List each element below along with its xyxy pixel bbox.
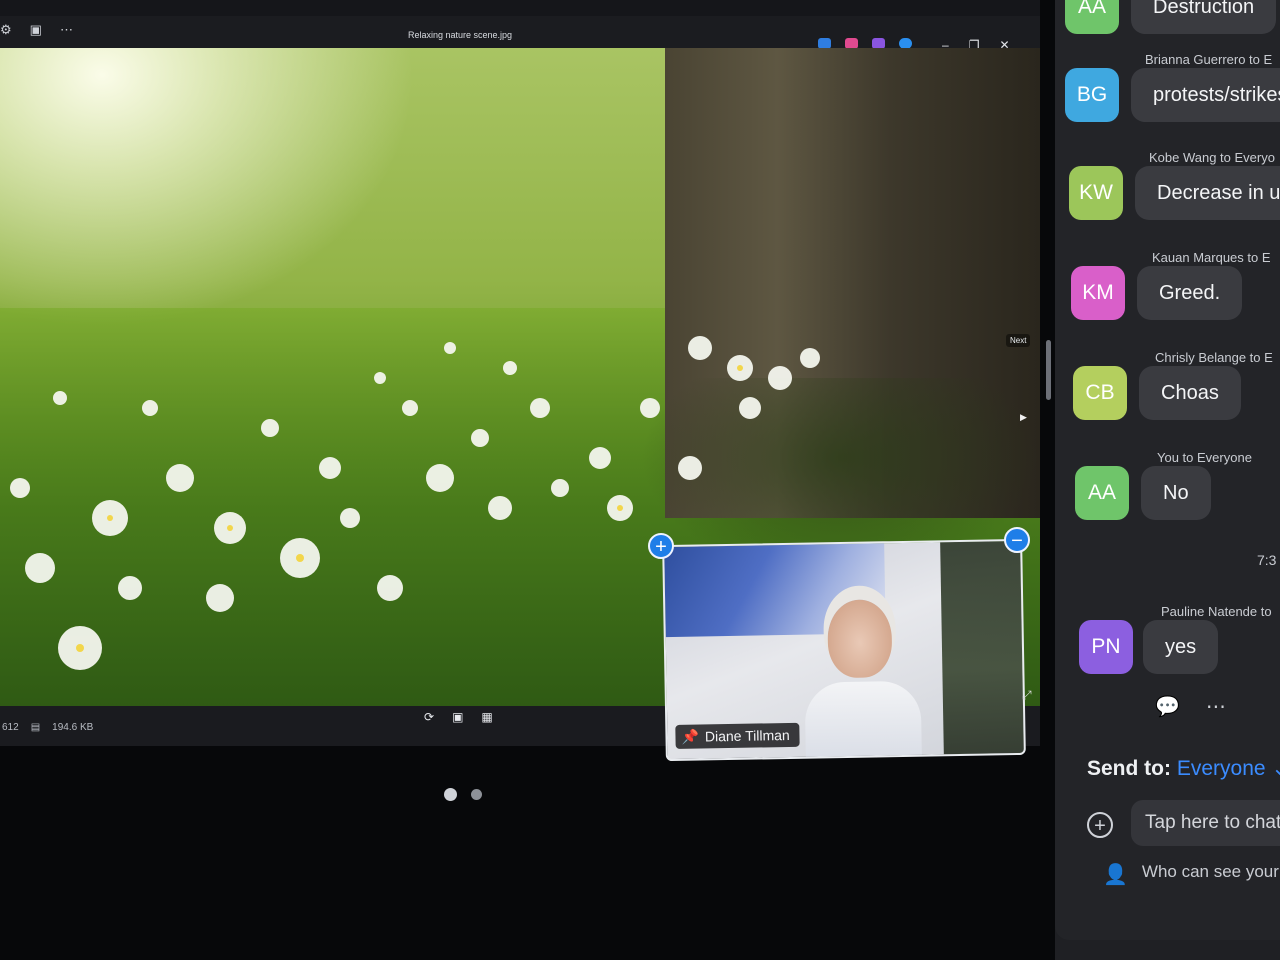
avatar: CB	[1073, 366, 1127, 420]
avatar: AA	[1075, 466, 1129, 520]
message-sender: Kauan Marques to E	[1152, 250, 1271, 265]
avatar: AA	[1065, 0, 1119, 34]
message-actions: 💬 ⋯	[1155, 694, 1226, 719]
pin-icon: 📌	[681, 728, 700, 745]
visibility-hint[interactable]: 👤 Who can see your	[1103, 862, 1279, 887]
participant-shirt	[804, 680, 922, 762]
message-timestamp: 7:3	[1257, 552, 1277, 568]
avatar: PN	[1079, 620, 1133, 674]
page-dot-active[interactable]	[444, 788, 457, 801]
disk-icon: ▤	[30, 722, 41, 733]
screen: ⚙ ▣ ⋯ Relaxing nature scene.jpg – ❐ ✕ Ne…	[0, 0, 1280, 960]
viewer-titlebar: ⚙ ▣ ⋯ Relaxing nature scene.jpg – ❐ ✕	[0, 16, 1040, 52]
file-size: 194.6 KB	[52, 722, 94, 733]
chat-input[interactable]: Tap here to chat	[1131, 800, 1280, 846]
chat-panel: AA Destruction Brianna Guerrero to E BG …	[1055, 0, 1280, 960]
next-arrow-icon[interactable]: ▶	[1020, 412, 1027, 423]
message-sender: Kobe Wang to Everyo	[1149, 150, 1275, 165]
chat-message: Pauline Natende to PN yes	[1055, 604, 1280, 684]
status-tools: ⟳ ▣ ▦	[424, 710, 493, 724]
message-sender: You to Everyone	[1157, 450, 1252, 465]
message-sender: Pauline Natende to	[1161, 604, 1272, 619]
visibility-text: Who can see your	[1141, 862, 1279, 881]
chat-message: AA Destruction	[1055, 0, 1280, 44]
chevron-down-icon[interactable]: ⌄	[1271, 757, 1280, 780]
avatar: KM	[1071, 266, 1125, 320]
message-bubble[interactable]: No	[1141, 466, 1211, 520]
message-bubble[interactable]: Choas	[1139, 366, 1241, 420]
avatar: BG	[1065, 68, 1119, 122]
fit-icon[interactable]: ▣	[452, 710, 463, 724]
message-bubble[interactable]: Destruction	[1131, 0, 1277, 34]
avatar: KW	[1069, 166, 1123, 220]
send-to-selector[interactable]: Send to: Everyone ⌄	[1087, 756, 1280, 781]
message-bubble[interactable]: Decrease in un	[1135, 166, 1280, 220]
participant-face	[827, 599, 893, 679]
chat-thread: AA Destruction Brianna Guerrero to E BG …	[1055, 0, 1280, 940]
participant-video-tile[interactable]: 📌 Diane Tillman	[662, 538, 1026, 762]
add-reaction-icon[interactable]: 💬	[1155, 694, 1180, 719]
message-bubble[interactable]: protests/strikes	[1131, 68, 1280, 122]
chat-message: Kobe Wang to Everyo KW Decrease in un	[1055, 150, 1280, 230]
send-to-label: Send to:	[1087, 757, 1171, 780]
message-bubble[interactable]: Greed.	[1137, 266, 1243, 320]
message-sender: Brianna Guerrero to E	[1145, 52, 1273, 67]
image-dimensions: 612	[2, 722, 19, 733]
message-sender: Chrisly Belange to E	[1155, 350, 1273, 365]
chat-message: You to Everyone AA No	[1055, 450, 1280, 530]
chat-message: Chrisly Belange to E CB Choas	[1055, 350, 1280, 430]
status-info: 612 ▤ 194.6 KB	[2, 722, 93, 733]
zoom-icon[interactable]: ▦	[481, 710, 492, 724]
participant-name: Diane Tillman	[704, 726, 790, 745]
chat-message: Brianna Guerrero to E BG protests/strike…	[1055, 52, 1280, 132]
expand-icon[interactable]: ⤢	[1022, 688, 1032, 703]
zoom-in-button[interactable]: +	[648, 533, 674, 559]
participant-name-tag: 📌 Diane Tillman	[675, 722, 800, 749]
chat-message: Kauan Marques to E KM Greed.	[1055, 250, 1280, 330]
background-plant	[940, 540, 1024, 755]
viewer-file-title: Relaxing nature scene.jpg	[407, 30, 513, 40]
send-to-value[interactable]: Everyone	[1177, 757, 1266, 780]
add-attachment-icon[interactable]: +	[1087, 812, 1113, 838]
page-indicator	[444, 788, 482, 801]
more-icon[interactable]: ⋯	[1206, 694, 1226, 719]
message-bubble[interactable]: yes	[1143, 620, 1219, 674]
participant-video	[803, 589, 922, 762]
next-hint[interactable]: Next	[1006, 334, 1031, 347]
chat-scrollbar[interactable]	[1046, 340, 1051, 400]
page-dot[interactable]	[471, 789, 482, 800]
zoom-out-button[interactable]: −	[1004, 527, 1030, 553]
user-visibility-icon: 👤	[1103, 864, 1128, 886]
rotate-icon[interactable]: ⟳	[424, 710, 434, 724]
